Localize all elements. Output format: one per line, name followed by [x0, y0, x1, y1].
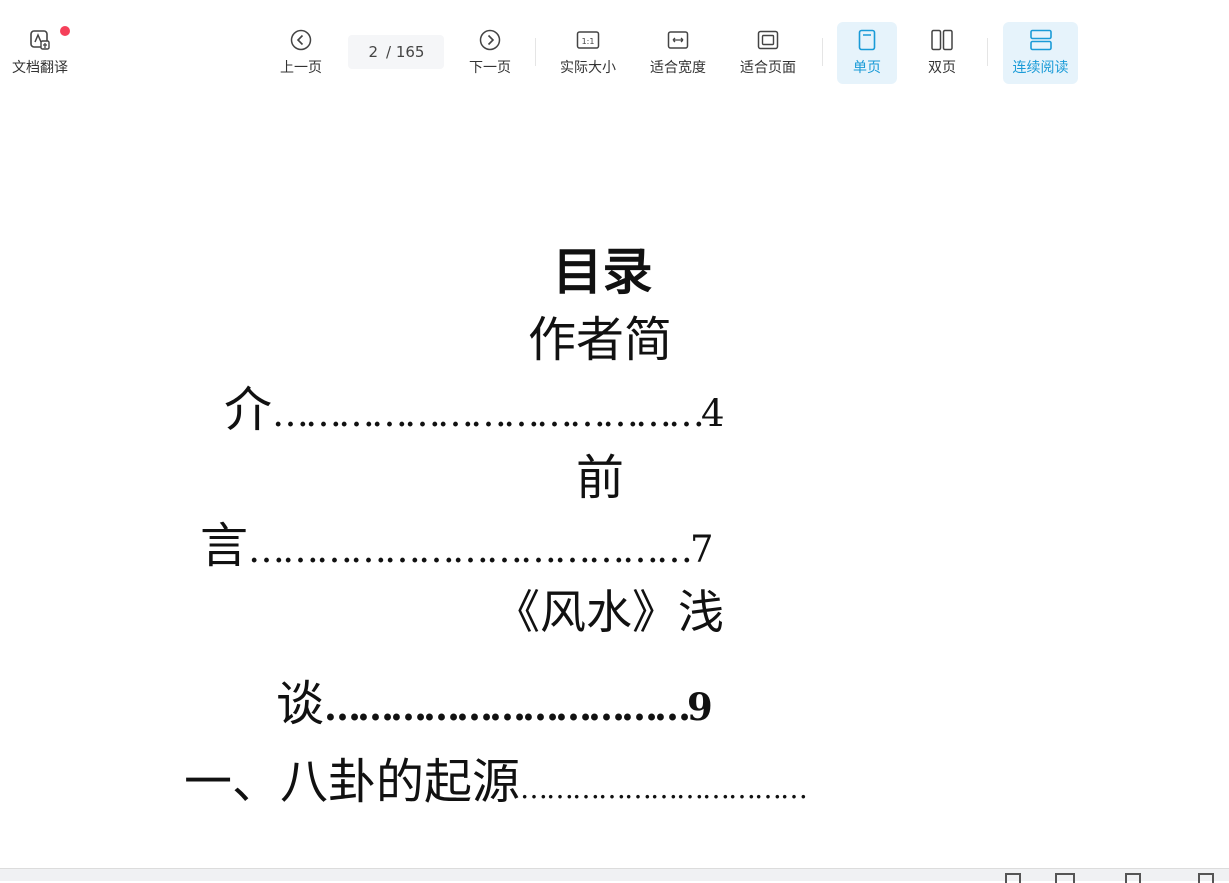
toc-line-5: 《风水》浅: [494, 585, 724, 639]
toc-entry-text: 言: [200, 518, 249, 574]
single-page-icon[interactable]: [1005, 873, 1021, 883]
continuous-read-button[interactable]: 连续阅读: [1003, 22, 1078, 84]
double-page-icon: [929, 27, 955, 53]
divider: [987, 38, 988, 66]
continuous-read-label: 连续阅读: [1012, 60, 1069, 76]
page-indicator: / 165: [348, 35, 444, 69]
toc-entry-text: 谈: [276, 676, 325, 732]
chevron-left-icon: [288, 27, 314, 53]
toc-leader-dots: ……………………………9: [324, 685, 713, 729]
single-page-icon: [854, 27, 880, 53]
fit-width-icon: [665, 27, 691, 53]
continuous-read-icon: [1028, 27, 1054, 53]
single-page-button[interactable]: 单页: [837, 22, 897, 84]
double-page-icon[interactable]: [1055, 873, 1075, 883]
fit-page-label: 适合页面: [740, 60, 796, 76]
toc-entry-text: 一、八卦的起源: [184, 754, 521, 810]
actual-size-label: 实际大小: [560, 60, 616, 76]
toc-entry-text: 介: [224, 382, 273, 438]
fit-page-icon[interactable]: [1125, 873, 1141, 883]
bottom-status-bar: [0, 868, 1229, 883]
toc-title: 目录: [552, 242, 653, 301]
chevron-right-icon: [477, 27, 503, 53]
toc-line-4: 言…………………………………7: [200, 506, 714, 576]
page-number-input[interactable]: [348, 43, 378, 61]
toc-line-6: 谈……………………………9: [276, 664, 713, 734]
next-page-button[interactable]: 下一页: [455, 22, 525, 84]
toolbar: 文档翻译 上一页 / 165 下一页 1:1 实际大小 适合宽度 适合页面: [0, 0, 1229, 92]
toc-leader-dots: …………………………………7: [248, 528, 714, 571]
fit-page-icon: [755, 27, 781, 53]
toc-line-2: 介…………………………………4: [224, 370, 725, 440]
toc-line-3: 前: [575, 450, 624, 506]
toc-line-1: 作者简: [527, 312, 672, 368]
prev-page-label: 上一页: [280, 60, 322, 76]
translate-icon: [27, 27, 53, 53]
next-page-label: 下一页: [469, 60, 511, 76]
toc-leader-dots: ……………………………: [520, 772, 808, 805]
toc-leader-dots: …………………………………4: [272, 392, 725, 435]
single-page-label: 单页: [853, 60, 881, 76]
double-page-label: 双页: [928, 60, 956, 76]
continuous-read-icon[interactable]: [1198, 873, 1214, 883]
toc-line-7: 一、八卦的起源……………………………: [184, 742, 808, 812]
actual-size-button[interactable]: 1:1 实际大小: [553, 22, 623, 84]
svg-text:1:1: 1:1: [582, 37, 595, 46]
document-page: 目录 作者简 介…………………………………4 前 言…………………………………7…: [0, 92, 1229, 868]
prev-page-button[interactable]: 上一页: [266, 22, 336, 84]
divider: [822, 38, 823, 66]
divider: [535, 38, 536, 66]
fit-width-label: 适合宽度: [650, 60, 706, 76]
fit-width-button[interactable]: 适合宽度: [643, 22, 713, 84]
notification-badge: [60, 26, 70, 36]
fit-page-button[interactable]: 适合页面: [733, 22, 803, 84]
actual-size-icon: 1:1: [575, 27, 601, 53]
total-pages: / 165: [386, 43, 425, 61]
double-page-button[interactable]: 双页: [912, 22, 972, 84]
translate-label: 文档翻译: [12, 60, 68, 76]
